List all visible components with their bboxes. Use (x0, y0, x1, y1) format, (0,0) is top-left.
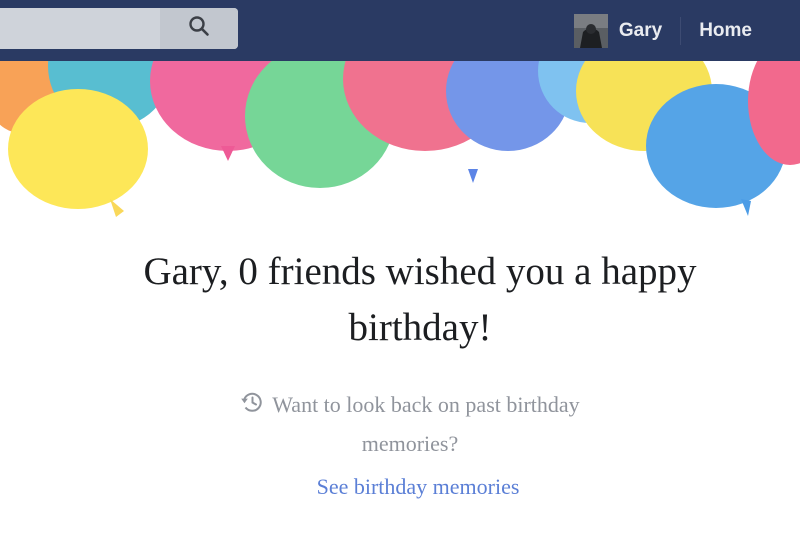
see-birthday-memories-link[interactable]: See birthday memories (150, 472, 686, 502)
memories-text-line-2: memories? (361, 431, 459, 456)
avatar (573, 13, 608, 48)
search-box (0, 8, 238, 49)
top-navigation-bar: Gary Home (0, 0, 800, 61)
headline-line-2: birthday! (348, 306, 492, 349)
memories-text-line-1: Want to look back on past birthday (272, 392, 580, 417)
nav-right: Gary Home (573, 0, 800, 61)
search-button[interactable] (160, 8, 238, 49)
profile-name: Gary (618, 19, 663, 41)
page-title: Gary, 0 friends wished you a happy birth… (40, 244, 800, 356)
balloons-banner (0, 61, 800, 217)
headline-line-1: Gary, 0 friends wished you a happy (143, 250, 697, 293)
home-link[interactable]: Home (699, 20, 752, 42)
nav-divider (680, 16, 682, 45)
memories-prompt: Want to look back on past birthday memor… (150, 386, 670, 462)
search-icon (188, 15, 210, 42)
history-icon (240, 388, 264, 425)
profile-link[interactable]: Gary (573, 13, 663, 48)
search-input[interactable] (0, 8, 160, 49)
